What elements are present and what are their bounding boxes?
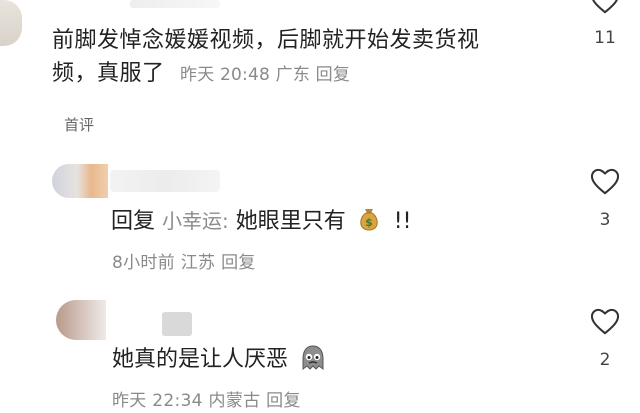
username-blurred <box>130 0 220 8</box>
mention-username[interactable]: 小幸运: <box>162 209 229 233</box>
reply-body: 她眼里只有 <box>235 209 346 234</box>
reply-prefix: 回复 <box>111 209 156 234</box>
reply-time: 8小时前 <box>112 253 176 273</box>
like-count: 3 <box>599 210 611 230</box>
username-blurred <box>110 170 220 192</box>
like-count: 2 <box>599 350 611 370</box>
avatar[interactable] <box>0 0 22 46</box>
reply-location: 内蒙古 <box>208 391 261 411</box>
first-comment-tag: 首评 <box>64 116 95 134</box>
reply-body: 她真的是让人厌恶 <box>112 347 289 372</box>
like-heart-icon[interactable] <box>590 0 620 14</box>
avatar[interactable] <box>56 300 106 340</box>
reply-link[interactable]: 回复 <box>316 65 350 85</box>
comment-time: 昨天 20:48 <box>180 65 271 85</box>
like-heart-icon[interactable] <box>590 168 620 195</box>
reply-meta: 8小时前 江苏 回复 <box>112 248 256 273</box>
like-heart-icon[interactable] <box>590 308 620 335</box>
ghost-emoji-icon <box>299 344 327 372</box>
reply-time: 昨天 22:34 <box>112 391 203 411</box>
svg-text:$: $ <box>365 216 373 229</box>
reply-text: 回复 小幸运: 她眼里只有 $ !! <box>111 204 411 239</box>
username-blurred <box>162 312 192 336</box>
comment-line-2: 频，真服了 <box>52 61 165 86</box>
like-count: 11 <box>594 28 616 48</box>
reply-meta: 昨天 22:34 内蒙古 回复 <box>112 386 301 411</box>
comment-text: 前脚发悼念媛媛视频，后脚就开始发卖货视 频，真服了 昨天 20:48 广东 回复 <box>52 24 552 92</box>
comment-line-1: 前脚发悼念媛媛视频，后脚就开始发卖货视 <box>52 28 480 53</box>
avatar[interactable] <box>52 164 108 198</box>
reply-link[interactable]: 回复 <box>266 391 301 411</box>
comment-location: 广东 <box>275 65 311 85</box>
reply-link[interactable]: 回复 <box>221 253 256 273</box>
reply-suffix: !! <box>393 209 412 234</box>
money-bag-icon: $ <box>357 206 381 232</box>
reply-location: 江苏 <box>180 253 216 273</box>
reply-text: 她真的是让人厌恶 <box>112 343 327 377</box>
